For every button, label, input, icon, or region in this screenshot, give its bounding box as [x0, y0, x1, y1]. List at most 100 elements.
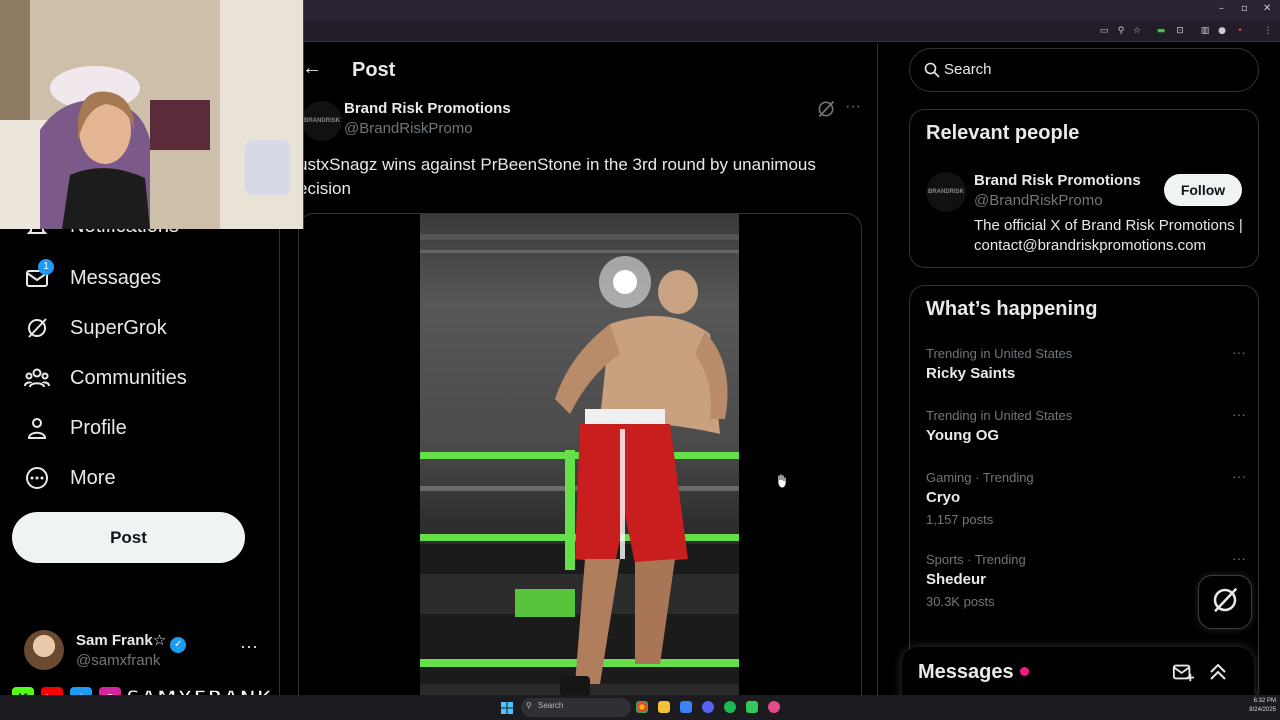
trend-meta: Sports · Trending	[926, 552, 1026, 567]
obs-icon[interactable]	[746, 701, 758, 713]
grok-icon	[1210, 585, 1240, 620]
main-column: ← Post BRANDRISK Brand Risk Promotions @…	[280, 43, 878, 695]
trend-item[interactable]: Trending in United States Young OG ···	[926, 406, 1246, 444]
store-icon[interactable]	[680, 701, 692, 713]
extension-icon[interactable]: ▬	[1155, 25, 1167, 37]
more-circle-icon	[24, 465, 50, 491]
verified-badge-icon: ✓	[170, 637, 187, 653]
maximize-button[interactable]: ▫	[1241, 3, 1248, 14]
nav-label: More	[70, 466, 116, 489]
messages-drawer[interactable]: Messages	[902, 647, 1254, 695]
trend-name: Cryo	[926, 489, 961, 506]
compose-message-icon[interactable]	[1172, 661, 1194, 683]
update-badge-icon[interactable]: •	[1234, 25, 1246, 37]
unread-dot-icon	[1019, 667, 1029, 676]
trend-posts: 1,157 posts	[926, 512, 994, 527]
relevant-bio: The official X of Brand Risk Promotions …	[974, 217, 1243, 254]
streamer-webcam-image	[0, 0, 303, 229]
tweet-author-handle[interactable]: @BrandRiskPromo	[344, 120, 473, 137]
trend-more-icon[interactable]: ···	[1232, 468, 1246, 484]
page-title: Post	[352, 59, 396, 81]
account-more-icon[interactable]: ···	[240, 636, 258, 657]
profile-avatar-icon[interactable]: ●	[1216, 25, 1228, 37]
post-button[interactable]: Post	[12, 512, 245, 563]
sidebar-toggle-icon[interactable]: ▥	[1199, 25, 1211, 37]
trend-meta: Gaming · Trending	[926, 470, 1034, 485]
tweet-text: ustxSnagz wins against PrBeenStone in th…	[298, 155, 816, 198]
nav-item-supergrok[interactable]: SuperGrok	[24, 311, 167, 345]
trend-more-icon[interactable]: ···	[1232, 344, 1246, 360]
close-window-button[interactable]: ✕	[1263, 3, 1271, 14]
grok-floating-button[interactable]	[1198, 575, 1252, 629]
zoom-icon[interactable]: ⚲	[1115, 25, 1127, 37]
taskbar-search-label: Search	[538, 701, 564, 710]
trend-item[interactable]: Gaming · Trending Cryo 1,157 posts ···	[926, 468, 1246, 527]
search-input[interactable]: Search	[909, 48, 1259, 92]
clock-time[interactable]: 6:32 PM	[1248, 698, 1276, 704]
chrome-icon[interactable]	[636, 701, 648, 713]
nav-item-communities[interactable]: Communities	[24, 361, 187, 395]
nav-item-messages[interactable]: 1 Messages	[24, 259, 162, 295]
whats-happening-panel: What’s happening Trending in United Stat…	[909, 285, 1259, 695]
taskbar-search[interactable]: ⚲ Search	[521, 698, 631, 717]
nav-item-profile[interactable]: Profile	[24, 411, 127, 445]
follow-button[interactable]: Follow	[1164, 174, 1242, 206]
trend-more-icon[interactable]: ···	[1232, 550, 1246, 566]
account-handle: @samxfrank	[76, 652, 161, 669]
trend-meta: Trending in United States	[926, 408, 1073, 423]
relevant-people-panel: Relevant people BRANDRISK Brand Risk Pro…	[909, 109, 1259, 268]
nav-item-more[interactable]: More	[24, 461, 116, 495]
tweet-media[interactable]	[298, 213, 862, 695]
trend-more-icon[interactable]: ···	[1232, 406, 1246, 422]
whats-happening-title: What’s happening	[926, 298, 1098, 320]
trend-item[interactable]: Trending in United States Ricky Saints ·…	[926, 344, 1246, 382]
search-icon	[924, 62, 940, 78]
mail-icon: 1	[24, 259, 54, 291]
nav-label: Messages	[70, 266, 162, 289]
messages-badge: 1	[38, 259, 54, 275]
tweet-author-avatar[interactable]: BRANDRISK	[302, 101, 342, 141]
discord-icon[interactable]	[702, 701, 714, 713]
account-switcher[interactable]: Sam Frank☆ ✓ @samxfrank ···	[24, 628, 274, 672]
trend-name: Ricky Saints	[926, 365, 1016, 382]
relevant-handle[interactable]: @BrandRiskPromo	[974, 192, 1103, 209]
nav-label: SuperGrok	[70, 316, 167, 339]
start-windows-icon[interactable]	[501, 701, 513, 714]
clock-date[interactable]: 8/24/2025	[1240, 707, 1276, 713]
relevant-name[interactable]: Brand Risk Promotions	[974, 172, 1141, 189]
grok-explain-icon[interactable]	[816, 99, 836, 119]
mouse-cursor-icon	[777, 473, 787, 489]
bookmark-star-icon[interactable]: ☆	[1131, 25, 1143, 37]
cast-icon[interactable]: ▭	[1098, 25, 1110, 37]
person-icon	[24, 415, 50, 441]
search-icon: ⚲	[526, 701, 532, 710]
grok-icon	[24, 315, 50, 341]
messages-drawer-title: Messages	[918, 661, 1014, 683]
nav-label: Profile	[70, 416, 127, 439]
nav-label: Communities	[70, 366, 187, 389]
messages-drawer-title-row: Messages	[918, 661, 1029, 684]
extensions-puzzle-icon[interactable]: ⊡	[1174, 25, 1186, 37]
account-name: Sam Frank☆	[76, 632, 167, 649]
video-player[interactable]	[420, 214, 739, 695]
windows-taskbar: ⚲ Search 6:32 PM 8/24/2025	[0, 695, 1280, 720]
app-icon[interactable]	[768, 701, 780, 713]
expand-drawer-icon[interactable]	[1208, 660, 1228, 682]
trend-meta: Trending in United States	[926, 346, 1073, 361]
boxing-video-frame	[420, 234, 739, 695]
webcam-overlay	[0, 0, 304, 229]
file-explorer-icon[interactable]	[658, 701, 670, 713]
account-name-row: Sam Frank☆ ✓	[76, 631, 187, 653]
tweet-author-name[interactable]: Brand Risk Promotions	[344, 100, 511, 117]
relevant-people-title: Relevant people	[926, 122, 1080, 144]
avatar	[24, 630, 64, 670]
browser-menu-icon[interactable]: ⋮	[1262, 25, 1274, 37]
spotify-icon[interactable]	[724, 701, 736, 713]
tweet-more-icon[interactable]: ···	[845, 98, 861, 116]
communities-icon	[24, 365, 50, 391]
trend-name: Young OG	[926, 427, 1000, 444]
relevant-avatar[interactable]: BRANDRISK	[926, 172, 966, 212]
search-placeholder: Search	[944, 61, 992, 78]
back-arrow-icon[interactable]: ←	[302, 57, 322, 80]
minimize-button[interactable]: –	[1219, 3, 1224, 14]
